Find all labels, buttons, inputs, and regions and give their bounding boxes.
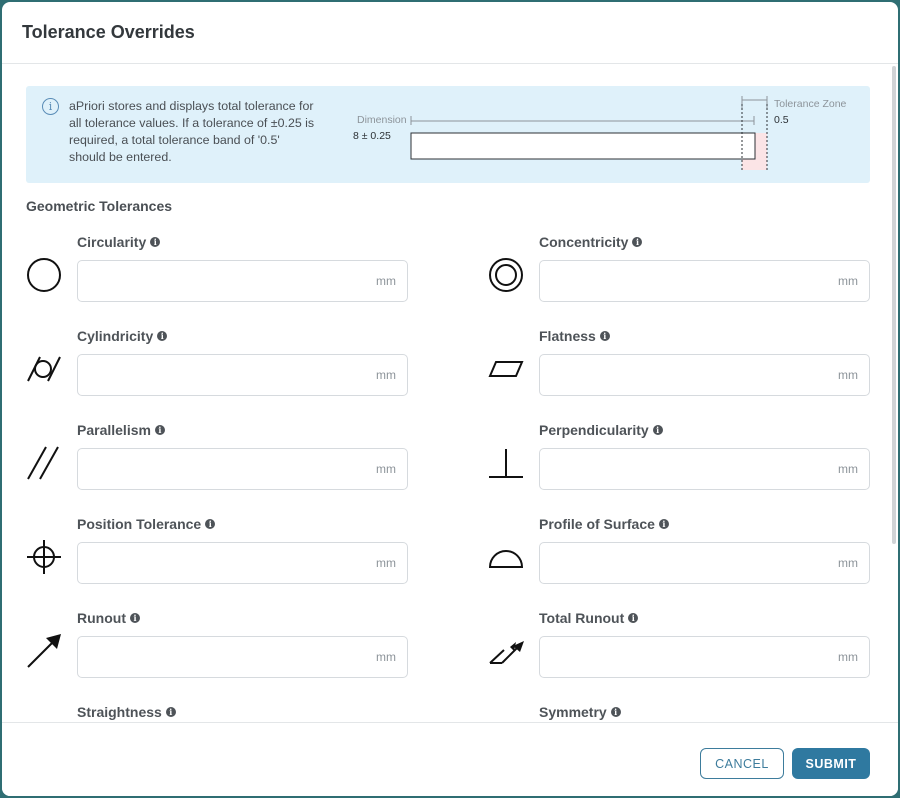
section-title-geometric: Geometric Tolerances [26,198,173,214]
perpendicularity-input-box[interactable]: mm [539,448,870,490]
info-hint-icon[interactable]: i [632,237,643,247]
info-hint-icon[interactable]: i [157,331,168,341]
field-label-flatness: Flatness i [539,328,610,344]
concentricity-input-box[interactable]: mm [539,260,870,302]
info-banner: i aPriori stores and displays total tole… [26,86,870,183]
unit-label: mm [376,368,396,382]
unit-label: mm [376,274,396,288]
info-hint-icon[interactable]: i [150,237,161,247]
submit-button[interactable]: SUBMIT [792,748,870,779]
field-label-perpendicularity: Perpendicularity i [539,422,663,438]
dialog-title: Tolerance Overrides [22,22,195,42]
info-hint-icon[interactable]: i [658,519,669,529]
field-label-total-runout: Total Runout i [539,610,639,626]
position-tolerance-input-box[interactable]: mm [77,542,408,584]
info-hint-icon[interactable]: i [165,707,176,717]
tolerance-overrides-dialog: Tolerance Overrides i aPriori stores and… [2,2,898,796]
tolerance-diagram: Dimension 8 ± 0.25 Tolerance Zone 0.5 [346,96,856,176]
field-label-profile-of-surface: Profile of Surface i [539,516,669,532]
runout-input-box[interactable]: mm [77,636,408,678]
field-label-concentricity: Concentricity i [539,234,643,250]
unit-label: mm [838,368,858,382]
info-icon: i [42,98,59,115]
unit-label: mm [838,274,858,288]
concentricity-input[interactable] [540,261,820,301]
circularity-icon [27,258,61,292]
dialog-body: i aPriori stores and displays total tole… [2,64,898,722]
parallelism-icon [27,446,59,480]
parallelism-input-box[interactable]: mm [77,448,408,490]
unit-label: mm [838,462,858,476]
runout-icon [27,634,61,668]
info-text: aPriori stores and displays total tolera… [69,99,315,164]
field-label-runout: Runout i [77,610,140,626]
dialog-header: Tolerance Overrides [2,2,898,64]
info-hint-icon[interactable]: i [610,707,621,717]
unit-label: mm [838,650,858,664]
profile-of-surface-icon [488,550,524,568]
info-hint-icon[interactable]: i [154,425,165,435]
position-tolerance-input[interactable] [78,543,358,583]
runout-input[interactable] [78,637,358,677]
cylindricity-icon [27,356,61,382]
flatness-icon [488,361,524,377]
total-runout-icon [489,641,524,664]
field-label-symmetry: Symmetry i [539,704,621,720]
field-label-parallelism: Parallelism i [77,422,165,438]
dialog-footer: CANCEL SUBMIT [2,722,898,796]
scrollbar[interactable] [892,66,896,544]
info-hint-icon[interactable]: i [599,331,610,341]
info-hint-icon[interactable]: i [129,613,140,623]
total-runout-input-box[interactable]: mm [539,636,870,678]
cancel-button[interactable]: CANCEL [700,748,784,779]
unit-label: mm [838,556,858,570]
profile-of-surface-input[interactable] [540,543,820,583]
perpendicularity-input[interactable] [540,449,820,489]
field-label-position-tolerance: Position Tolerance i [77,516,216,532]
field-label-cylindricity: Cylindricity i [77,328,168,344]
position-icon [27,540,61,574]
tolerance-diagram-graphic [410,96,768,172]
info-hint-icon[interactable]: i [652,425,663,435]
parallelism-input[interactable] [78,449,358,489]
cylindricity-input-box[interactable]: mm [77,354,408,396]
perpendicularity-icon [489,449,523,478]
cylindricity-input[interactable] [78,355,358,395]
concentricity-icon [489,258,523,292]
circularity-input[interactable] [78,261,358,301]
profile-of-surface-input-box[interactable]: mm [539,542,870,584]
flatness-input-box[interactable]: mm [539,354,870,396]
unit-label: mm [376,650,396,664]
info-hint-icon[interactable]: i [205,519,216,529]
field-label-circularity: Circularity i [77,234,161,250]
circularity-input-box[interactable]: mm [77,260,408,302]
flatness-input[interactable] [540,355,820,395]
unit-label: mm [376,556,396,570]
info-hint-icon[interactable]: i [628,613,639,623]
unit-label: mm [376,462,396,476]
field-label-straightness: Straightness i [77,704,176,720]
total-runout-input[interactable] [540,637,820,677]
